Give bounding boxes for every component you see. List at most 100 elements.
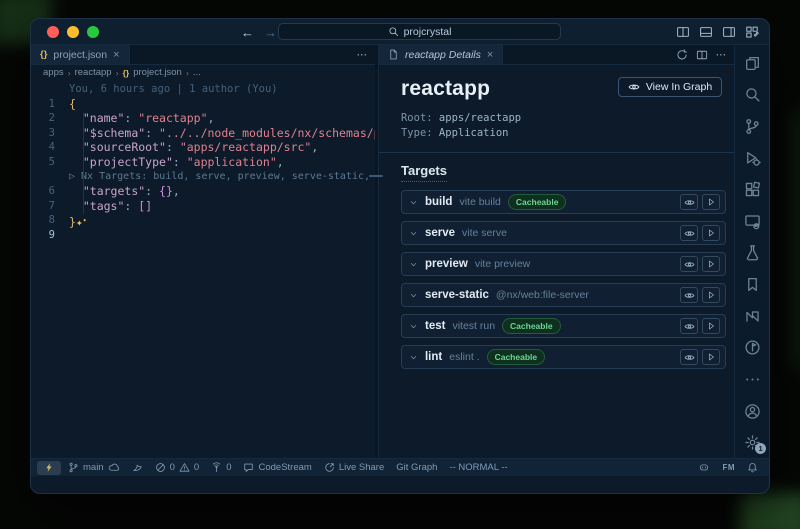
editor-sash[interactable] [375,45,378,458]
tab-project-json[interactable]: {} project.json × [31,45,130,64]
activity-remote-explorer[interactable] [740,212,764,231]
chevron-down-icon[interactable] [409,291,418,300]
split-editor-icon[interactable] [676,25,690,39]
live-share-icon [324,462,335,473]
lens-text[interactable]: ▷ Nx Targets: build, serve, preview, ser… [69,170,375,185]
target-row-preview[interactable]: previewvite preview [401,252,726,276]
split-editor-icon[interactable] [696,49,708,61]
bird-icon [132,462,143,473]
more-actions-icon[interactable]: ⋯ [716,49,727,61]
run-target-button[interactable] [702,194,720,210]
problems-status[interactable]: 0 0 [150,461,205,475]
breadcrumb-item[interactable]: apps [43,67,64,78]
toggle-secondary-sidebar-icon[interactable] [722,25,736,39]
back-icon[interactable]: ← [241,25,254,40]
console-ninja-icon [744,339,761,356]
target-actions [680,287,720,303]
fm-status[interactable]: FM [717,461,740,475]
eye-icon [684,352,695,363]
run-target-button[interactable] [702,225,720,241]
chevron-down-icon[interactable] [409,353,418,362]
toggle-panel-icon[interactable] [699,25,713,39]
blame-text: You, 6 hours ago | 1 author (You) [69,82,375,97]
activity-nx-console[interactable] [740,307,764,326]
notifications-status[interactable] [742,461,763,475]
bell-icon [747,462,758,473]
activity-testing[interactable] [740,244,764,263]
wallpaper-blob [792,110,800,370]
target-row-serve-static[interactable]: serve-static@nx/web:file-server [401,283,726,307]
breadcrumb-item[interactable]: ... [193,67,201,78]
scrollbar-thumb[interactable] [369,175,383,177]
titlebar: ← → projcrystal [31,19,769,45]
view-target-button[interactable] [680,318,698,334]
error-icon [155,462,166,473]
forward-icon[interactable]: → [264,25,277,40]
view-target-button[interactable] [680,194,698,210]
target-row-build[interactable]: buildvite buildCacheable [401,190,726,214]
activity-console-ninja[interactable] [740,338,764,357]
activity-settings[interactable]: 1 [740,433,764,452]
chevron-down-icon[interactable] [409,260,418,269]
search-icon [744,86,761,103]
vim-mode-status[interactable]: -- NORMAL -- [444,461,512,475]
ports-status[interactable]: 0 [206,461,236,475]
git-graph-status[interactable]: Git Graph [391,461,442,475]
breadcrumb-item[interactable]: reactapp [75,67,112,78]
command-center-search[interactable]: projcrystal [278,23,561,40]
breadcrumb-item[interactable]: project.json [133,67,182,78]
cacheable-badge: Cacheable [508,194,567,210]
code-text: { [69,97,375,112]
close-tab-icon[interactable]: × [113,49,119,61]
run-target-button[interactable] [702,287,720,303]
zoom-window-button[interactable] [87,26,99,38]
editor-group-right: reactapp Details × ⋯ reactapp View In Gr… [378,45,734,458]
remote-indicator[interactable] [37,461,61,475]
tab-label: project.json [53,49,107,61]
copilot-status[interactable] [693,461,715,475]
activity-more[interactable] [740,370,764,389]
tab-reactapp-details[interactable]: reactapp Details × [379,45,503,64]
activity-account[interactable] [740,402,764,421]
eye-icon [684,290,695,301]
supermaven-status[interactable] [127,461,148,475]
run-target-button[interactable] [702,349,720,365]
refresh-icon[interactable] [676,49,688,61]
liveshare-status[interactable]: Live Share [319,461,389,475]
project-title: reactapp [401,77,490,101]
view-target-button[interactable] [680,225,698,241]
minimize-window-button[interactable] [67,26,79,38]
target-row-test[interactable]: testvitest runCacheable [401,314,726,338]
code-editor[interactable]: You, 6 hours ago | 1 author (You)1{2 "na… [31,80,375,458]
target-row-lint[interactable]: linteslint .Cacheable [401,345,726,369]
chevron-down-icon[interactable] [409,198,418,207]
chevron-down-icon[interactable] [409,322,418,331]
close-tab-icon[interactable]: × [487,49,493,61]
view-target-button[interactable] [680,287,698,303]
target-name: lint [425,351,442,363]
more-actions-icon[interactable]: ⋯ [357,49,368,61]
activity-source-control[interactable] [740,117,764,136]
view-target-button[interactable] [680,349,698,365]
code-text: "tags": [] [69,199,375,214]
target-row-serve[interactable]: servevite serve [401,221,726,245]
chevron-down-icon[interactable] [409,229,418,238]
activity-bookmarks[interactable] [740,275,764,294]
eye-icon [684,228,695,239]
run-target-button[interactable] [702,318,720,334]
activity-files[interactable] [740,54,764,73]
customize-layout-icon[interactable] [745,25,759,39]
view-target-button[interactable] [680,256,698,272]
git-branch-status[interactable]: main [63,461,125,475]
view-in-graph-button[interactable]: View In Graph [618,77,722,97]
activity-search[interactable] [740,86,764,105]
activity-run-debug[interactable] [740,149,764,168]
account-icon [744,403,761,420]
history-nav: ← → [241,19,277,45]
codestream-status[interactable]: CodeStream [238,461,316,475]
target-actions [680,225,720,241]
run-target-button[interactable] [702,256,720,272]
activity-extensions[interactable] [740,180,764,199]
close-window-button[interactable] [47,26,59,38]
breadcrumb-separator: › [116,68,119,78]
